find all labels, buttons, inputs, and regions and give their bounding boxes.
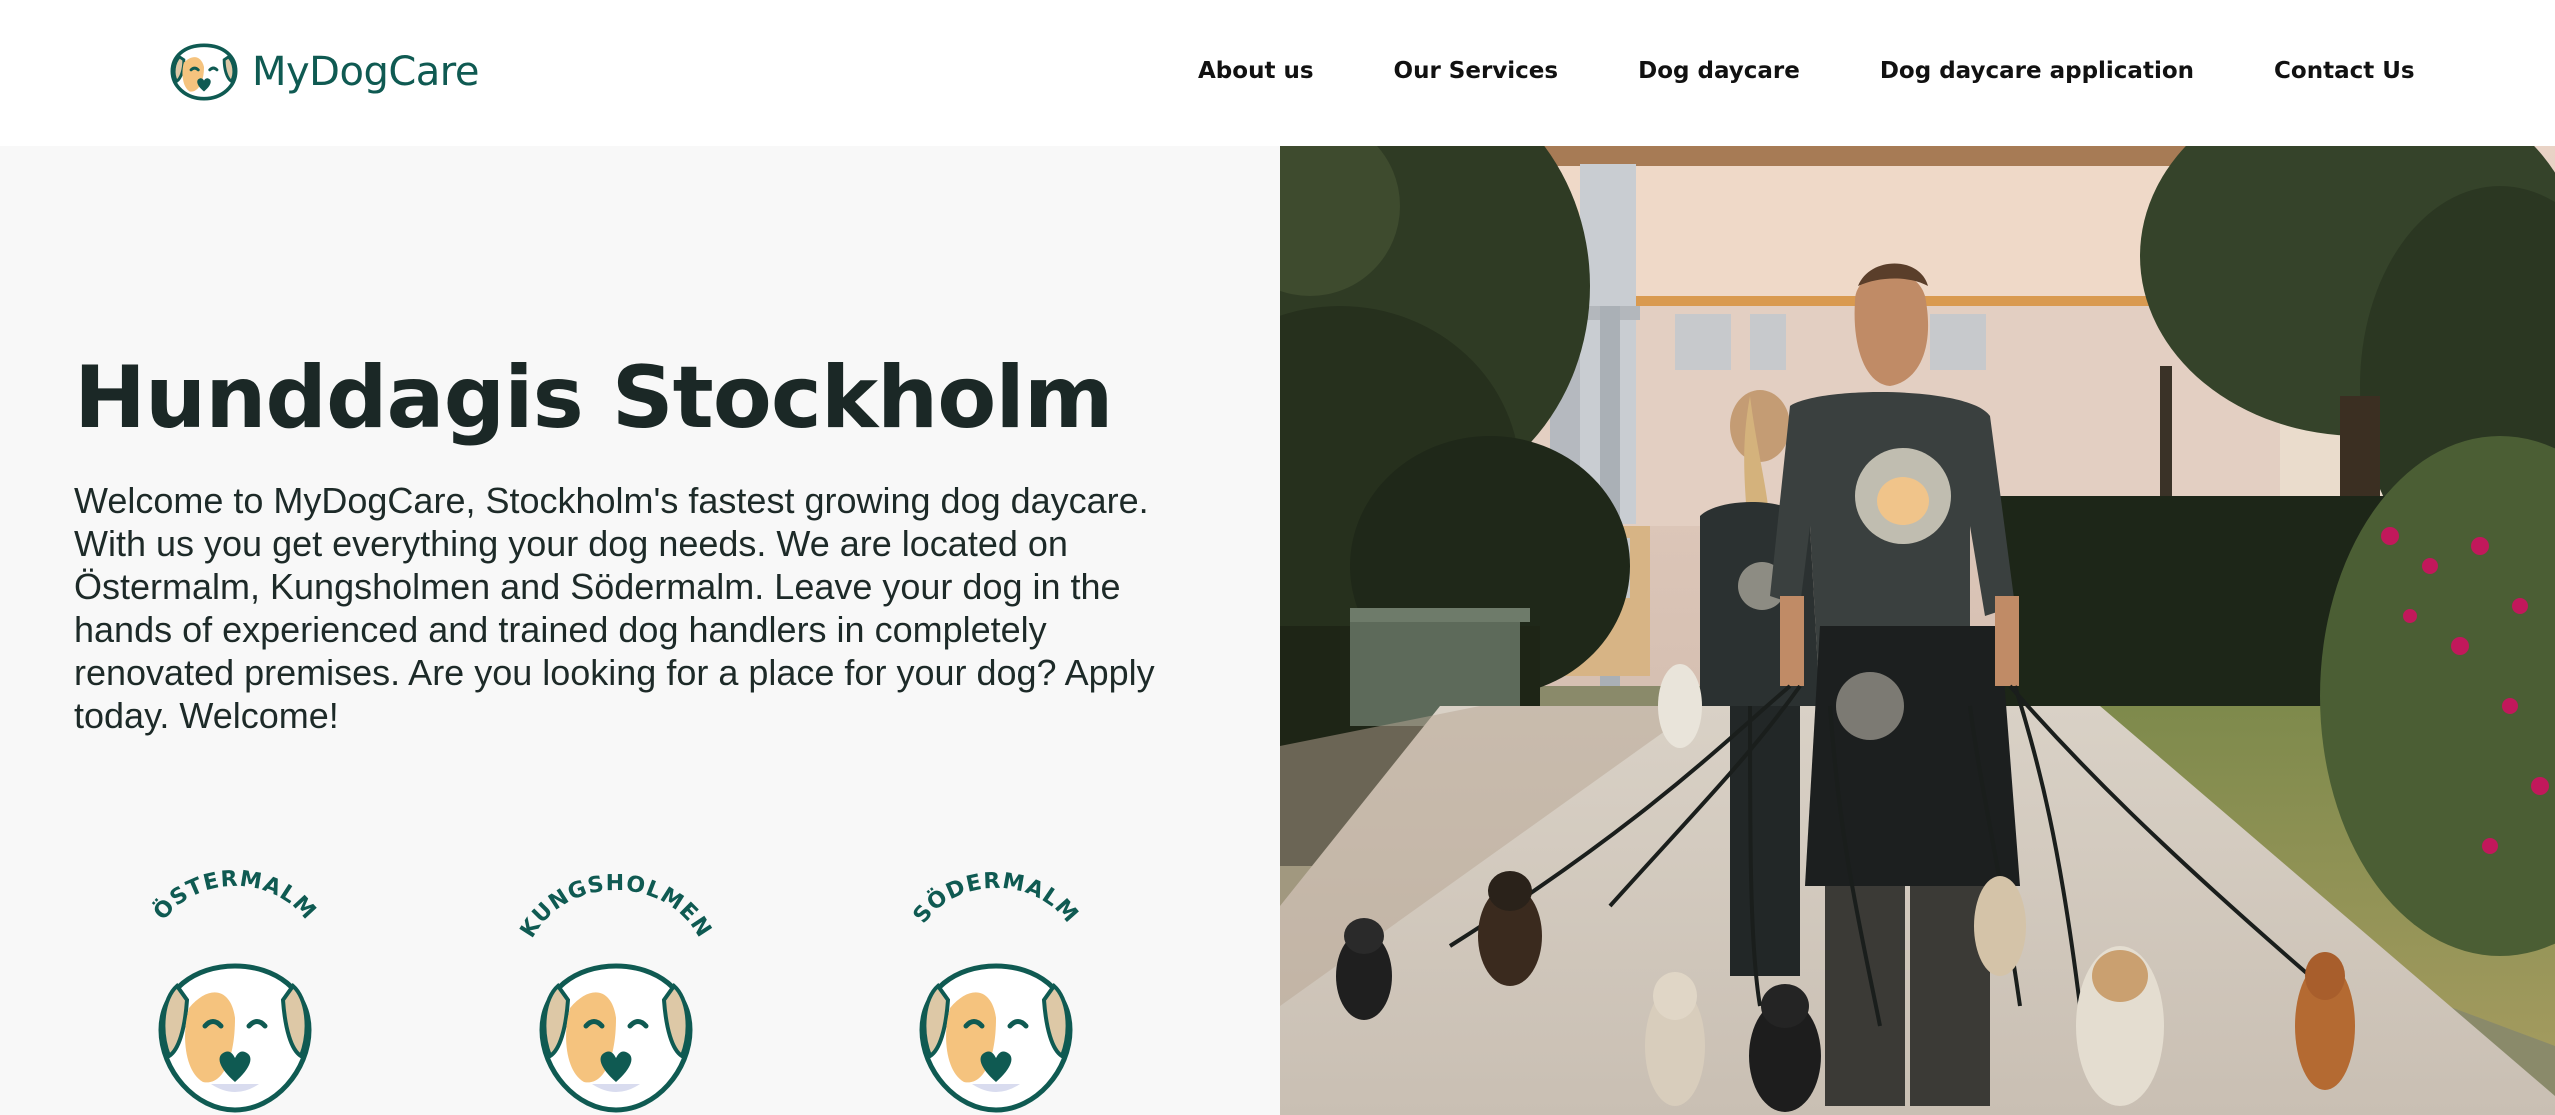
svg-text:SÖDERMALM: SÖDERMALM: [909, 869, 1083, 929]
hero-title: Hunddagis Stockholm: [74, 348, 1113, 448]
site-header: MyDogCare About us Our Services Dog dayc…: [0, 0, 2555, 146]
svg-text:ÖSTERMALM: ÖSTERMALM: [148, 867, 321, 925]
main-nav: About us Our Services Dog daycare Dog da…: [1198, 55, 2415, 87]
location-badge-graphic: ÖSTERMALM: [148, 867, 321, 1113]
dog-face-badge-icon: [539, 963, 693, 1113]
location-badge-kungsholmen[interactable]: KUNGSHOLMEN: [496, 866, 736, 1115]
nav-our-services[interactable]: Our Services: [1394, 55, 1559, 87]
location-name: SÖDERMALM: [909, 869, 1082, 929]
hero-section: Hunddagis Stockholm Welcome to MyDogCare…: [0, 146, 1280, 1115]
nav-about-us[interactable]: About us: [1198, 55, 1314, 87]
dog-face-badge-icon: [919, 963, 1073, 1113]
svg-text:KUNGSHOLMEN: KUNGSHOLMEN: [516, 871, 716, 942]
location-badges: ÖSTERMALM KUNGSHOLMEN SÖDERMALM: [0, 866, 1280, 1115]
location-badge-sodermalm[interactable]: SÖDERMALM: [876, 866, 1116, 1115]
nav-dog-daycare-application[interactable]: Dog daycare application: [1880, 55, 2194, 87]
hero-photo-illustration: [1280, 146, 2555, 1115]
nav-contact-us[interactable]: Contact Us: [2274, 55, 2415, 87]
location-badge-ostermalm[interactable]: ÖSTERMALM: [115, 866, 355, 1115]
brand-home-link[interactable]: MyDogCare: [168, 41, 479, 103]
dog-face-logo-icon: [170, 43, 238, 101]
location-name: KUNGSHOLMEN: [516, 871, 715, 942]
hero-description: Welcome to MyDogCare, Stockholm's fastes…: [74, 480, 1155, 736]
dog-walkers-photo: [1280, 146, 2555, 1115]
location-badge-graphic: SÖDERMALM: [909, 869, 1083, 1113]
location-badge-graphic: KUNGSHOLMEN: [516, 871, 716, 1113]
dog-face-badge-icon: [158, 963, 312, 1113]
location-name: ÖSTERMALM: [148, 867, 320, 925]
brand-name: MyDogCare: [252, 49, 479, 95]
nav-dog-daycare[interactable]: Dog daycare: [1638, 55, 1800, 87]
